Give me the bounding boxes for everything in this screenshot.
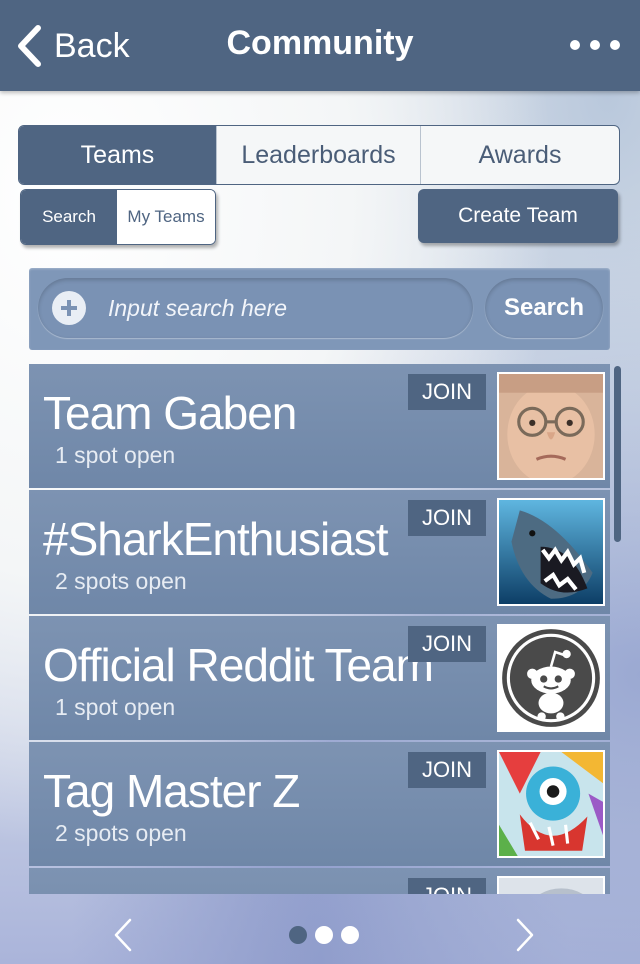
join-button[interactable]: JOIN xyxy=(408,752,486,788)
team-avatar xyxy=(497,750,605,858)
join-button[interactable]: JOIN xyxy=(408,374,486,410)
spots-open: 2 spots open xyxy=(55,820,187,846)
ellipsis-icon[interactable] xyxy=(570,40,620,50)
team-avatar xyxy=(497,876,605,894)
team-list: Team Gaben 1 spot open JOIN #SharkEnthus… xyxy=(29,364,610,894)
partial-thumbnail-icon xyxy=(499,878,603,894)
page-dot-3[interactable] xyxy=(341,926,359,944)
spots-open: 1 spot open xyxy=(55,694,176,720)
toggle-my-teams[interactable]: My Teams xyxy=(117,190,215,244)
page-dot-2[interactable] xyxy=(315,926,333,944)
page-indicator xyxy=(289,926,359,944)
graffiti-art-icon xyxy=(499,752,603,856)
team-avatar xyxy=(497,498,605,606)
tab-teams[interactable]: Teams xyxy=(19,126,217,184)
spots-open: 2 spots open xyxy=(55,568,187,594)
join-button[interactable]: JOIN xyxy=(408,500,486,536)
segmented-tabs: Teams Leaderboards Awards xyxy=(18,125,620,185)
list-item[interactable]: JOIN xyxy=(29,868,610,894)
dot xyxy=(590,40,600,50)
search-bar: Search xyxy=(29,268,610,350)
join-button[interactable]: JOIN xyxy=(408,878,486,894)
search-field-container xyxy=(38,278,473,338)
page-dot-1[interactable] xyxy=(289,926,307,944)
nav-bar: Back Community xyxy=(0,0,640,91)
dot xyxy=(570,40,580,50)
search-button[interactable]: Search xyxy=(485,278,603,338)
chevron-left-icon xyxy=(18,25,41,67)
team-name: #SharkEnthusiast xyxy=(43,513,389,565)
list-item[interactable]: Team Gaben 1 spot open JOIN xyxy=(29,364,610,488)
chevron-left-icon[interactable] xyxy=(113,918,133,952)
reddit-alien-logo-icon xyxy=(499,626,603,730)
shark-photo-icon xyxy=(499,500,603,604)
dot xyxy=(610,40,620,50)
back-button[interactable]: Back xyxy=(16,24,130,68)
search-input[interactable] xyxy=(106,293,440,323)
create-team-button[interactable]: Create Team xyxy=(418,189,618,243)
back-label: Back xyxy=(54,26,130,65)
toggle-search[interactable]: Search xyxy=(21,190,117,244)
team-avatar xyxy=(497,624,605,732)
team-name: Tag Master Z xyxy=(43,765,300,817)
bald-man-portrait-icon xyxy=(499,374,603,478)
list-item[interactable]: Official Reddit Team 1 spot open JOIN xyxy=(29,616,610,740)
tab-awards[interactable]: Awards xyxy=(421,126,619,184)
plus-icon[interactable] xyxy=(52,291,86,325)
spots-open: 1 spot open xyxy=(55,442,176,468)
chevron-right-icon[interactable] xyxy=(515,918,535,952)
tab-leaderboards[interactable]: Leaderboards xyxy=(217,126,421,184)
team-name: Official Reddit Team xyxy=(43,639,434,691)
list-item[interactable]: #SharkEnthusiast 2 spots open JOIN xyxy=(29,490,610,614)
team-avatar xyxy=(497,372,605,480)
search-myteams-toggle: Search My Teams xyxy=(20,189,216,245)
join-button[interactable]: JOIN xyxy=(408,626,486,662)
list-item[interactable]: Tag Master Z 2 spots open JOIN xyxy=(29,742,610,866)
team-name: Team Gaben xyxy=(43,387,297,439)
scrollbar[interactable] xyxy=(614,366,621,542)
